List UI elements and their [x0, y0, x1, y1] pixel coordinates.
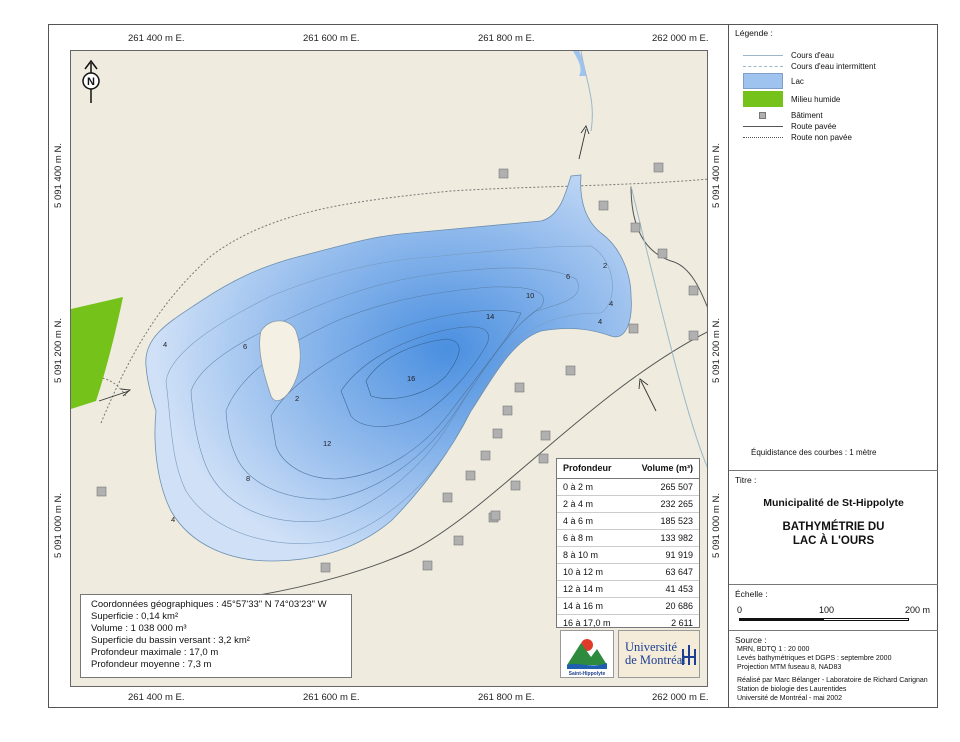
coord-top-3: 261 800 m E.: [478, 33, 535, 44]
saint-hippolyte-logo: Saint-Hippolyte: [560, 630, 614, 678]
scale-tick-200: 200 m: [905, 605, 931, 615]
info-max-depth: Profondeur maximale : 17,0 m: [91, 647, 219, 658]
scale-tick-100: 100: [819, 605, 835, 615]
coord-top-4: 262 000 m E.: [652, 33, 709, 44]
coord-right-3: 5 091 000 m N.: [710, 493, 722, 558]
university-emblem-icon: [682, 645, 696, 665]
info-watershed: Superficie du bassin versant : 3,2 km²: [91, 635, 250, 646]
universite-montreal-logo: Université de Montréal: [618, 630, 700, 678]
municipality-name: Municipalité de St-Hippolyte: [763, 497, 904, 509]
coord-right-1: 5 091 400 m N.: [710, 143, 722, 208]
table-row: 16 à 17,0 m2 611: [563, 618, 693, 628]
legend-item-lake: Lac: [743, 72, 804, 90]
table-row: 10 à 12 m 63 647: [557, 564, 699, 581]
table-row: 4 à 6 m 185 523: [557, 513, 699, 530]
small-lake-fill: [573, 51, 586, 76]
map-sidebar: Légende : Cours d'eau Cours d'eau interm…: [728, 24, 938, 708]
volume-table: Profondeur Volume (m³) 0 à 2 m 265 507 2 …: [556, 458, 700, 628]
contour-label: 4: [598, 317, 602, 326]
legend-section: Légende : Cours d'eau Cours d'eau interm…: [729, 24, 938, 470]
title-section: Titre : Municipalité de St-Hippolyte BAT…: [729, 470, 938, 584]
logo-text: Saint-Hippolyte: [569, 671, 606, 677]
map-title-line2: LAC À L'OURS: [792, 535, 875, 547]
coord-right-2: 5 091 200 m N.: [710, 318, 722, 383]
scale-tick-0: 0: [737, 605, 743, 615]
source-lines: MRN, BDTQ 1 : 20 000 Levés bathymétrique…: [737, 646, 892, 671]
contour-label: 14: [486, 312, 494, 321]
flow-arrow: [578, 125, 590, 160]
info-volume: Volume : 1 038 000 m³: [91, 623, 187, 634]
info-mean-depth: Profondeur moyenne : 7,3 m: [91, 659, 212, 670]
legend-item-wetland: Milieu humide: [743, 90, 840, 108]
coord-bottom-4: 262 000 m E.: [652, 692, 709, 703]
contour-interval-note: Équidistance des courbes : 1 mètre: [751, 448, 877, 457]
table-row: 2 à 4 m 232 265: [557, 496, 699, 513]
coord-top-1: 261 400 m E.: [128, 33, 185, 44]
scale-label: Échelle :: [735, 589, 768, 599]
contour-label: 8: [246, 474, 250, 483]
info-coords: Coordonnées géographiques : 45°57'33" N …: [91, 599, 327, 610]
contour-label: 2: [603, 261, 607, 270]
map-title-line1: BATHYMÉTRIE DU: [782, 521, 885, 533]
info-area: Superficie : 0,14 km²: [91, 611, 179, 622]
coord-left-1: 5 091 400 m N.: [52, 143, 64, 208]
table-row: 8 à 10 m 91 919: [557, 547, 699, 564]
coord-bottom-2: 261 600 m E.: [303, 692, 360, 703]
contour-label: 10: [526, 291, 534, 300]
table-row: 12 à 14 m 41 453: [557, 581, 699, 598]
flow-arrow: [638, 378, 657, 412]
scale-bar: [739, 618, 909, 621]
coord-left-3: 5 091 000 m N.: [52, 493, 64, 558]
table-header: Profondeur Volume (m³): [557, 459, 699, 479]
header-depth: Profondeur: [563, 463, 612, 473]
coord-bottom-1: 261 400 m E.: [128, 692, 185, 703]
contour-label: 4: [609, 299, 613, 308]
lake-info-box: Coordonnées géographiques : 45°57'33" N …: [80, 594, 352, 678]
legend-title: Légende :: [735, 28, 773, 38]
source-label: Source :: [735, 635, 767, 645]
header-volume: Volume (m³): [641, 463, 693, 473]
coord-bottom-3: 261 800 m E.: [478, 692, 535, 703]
table-row: 14 à 16 m 20 686: [557, 598, 699, 615]
scale-section: Échelle : 0 100 200 m: [729, 584, 938, 630]
legend-item-intermittent-stream: Cours d'eau intermittent: [743, 59, 876, 73]
credit-lines: Réalisé par Marc Bélanger - Laboratoire …: [737, 677, 928, 702]
title-label: Titre :: [735, 475, 757, 485]
north-arrow-icon: N: [82, 59, 100, 103]
north-label: N: [87, 76, 95, 88]
contour-label: 6: [243, 342, 247, 351]
contour-label: 12: [323, 439, 331, 448]
table-row: 6 à 8 m 133 982: [557, 530, 699, 547]
source-section: Source : MRN, BDTQ 1 : 20 000 Levés bath…: [729, 630, 938, 708]
contour-label: 4: [171, 515, 175, 524]
contour-label: 4: [163, 340, 167, 349]
contour-label: 6: [566, 272, 570, 281]
coord-left-2: 5 091 200 m N.: [52, 318, 64, 383]
table-row: 0 à 2 m 265 507: [557, 479, 699, 496]
wetland-area: [71, 297, 123, 409]
logo-line2: de Montréal: [625, 653, 686, 667]
contour-label: 16: [407, 374, 415, 383]
legend-item-unpaved-road: Route non pavée: [743, 130, 852, 144]
coord-top-2: 261 600 m E.: [303, 33, 360, 44]
contour-label: 2: [295, 394, 299, 403]
